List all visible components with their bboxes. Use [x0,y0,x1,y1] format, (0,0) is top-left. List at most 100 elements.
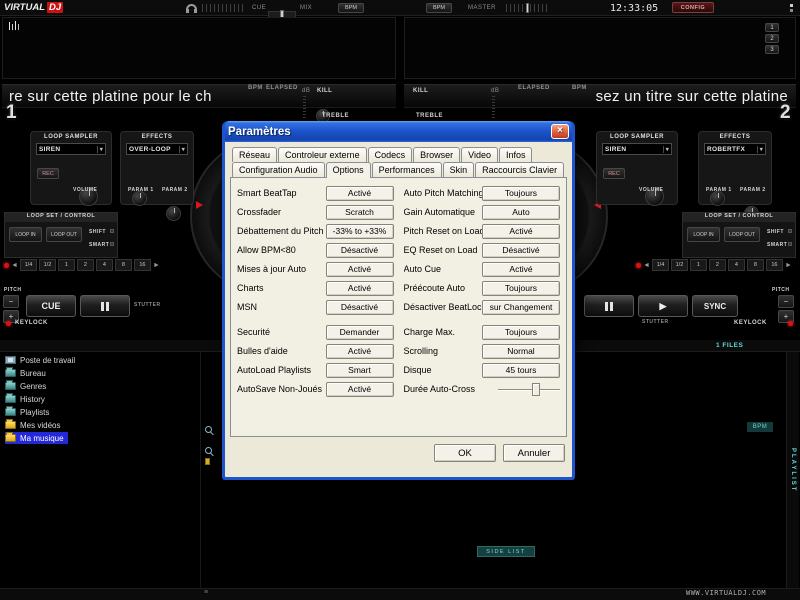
setting-value-button[interactable]: Toujours [482,325,560,340]
cue-button-left[interactable]: CUE [26,295,76,317]
param1-knob-left[interactable] [132,191,147,206]
tab-skin[interactable]: Skin [443,162,475,177]
effect-select-left[interactable]: OVER-LOOP ▾ [126,143,188,155]
setting-value-button[interactable]: Activé [326,382,394,397]
setting-value-button[interactable]: -33% to +33% [326,224,394,239]
shift-led-left[interactable] [110,229,114,233]
pitch-minus-button-left[interactable]: − [3,295,19,308]
beat-option[interactable]: 2 [709,259,726,271]
beat-option[interactable]: 4 [96,259,113,271]
setting-value-button[interactable]: sur Changement [482,300,560,315]
setting-value-button[interactable]: Désactivé [482,243,560,258]
setting-value-button[interactable]: Activé [326,262,394,277]
bpm-button-left[interactable]: BPM [338,3,364,13]
setting-value-button[interactable]: Activé [326,281,394,296]
tree-item-mes-videos[interactable]: Mes vidéos [5,419,60,431]
note-icon[interactable] [205,458,210,465]
bpm-button-right[interactable]: BPM [426,3,452,13]
arrow-right-icon[interactable]: ► [153,262,160,269]
tree-item-poste-de-travail[interactable]: Poste de travail [5,354,75,366]
beat-option[interactable]: 1/2 [39,259,56,271]
setting-value-button[interactable]: 45 tours [482,363,560,378]
tree-item-playlists[interactable]: Playlists [5,406,49,418]
display-slot-1[interactable]: 1 [765,23,779,32]
tree-item-genres[interactable]: Genres [5,380,46,392]
tab-configuration-audio[interactable]: Configuration Audio [232,162,325,177]
sampler-select-right[interactable]: SIREN ▾ [602,143,672,155]
setting-value-button[interactable]: Normal [482,344,560,359]
setting-value-button[interactable]: Désactivé [326,300,394,315]
waveform-display-left[interactable] [2,17,396,79]
arrow-left-icon[interactable]: ◄ [11,262,18,269]
beat-option[interactable]: 16 [134,259,151,271]
sampler-select-left[interactable]: SIREN ▾ [36,143,106,155]
tree-item-ma-musique[interactable]: Ma musique [5,432,68,444]
rec-button-left[interactable]: REC [37,168,59,179]
setting-value-button[interactable]: Activé [482,262,560,277]
keylock-led-left[interactable] [6,321,11,326]
pause-button-left[interactable] [80,295,130,317]
tab-raccourcis-clavier[interactable]: Raccourcis Clavier [475,162,564,177]
tab-browser[interactable]: Browser [413,147,460,162]
beat-option[interactable]: 1/4 [20,259,37,271]
tab-codecs[interactable]: Codecs [368,147,413,162]
smart-led-right[interactable] [788,242,792,246]
tree-item-history[interactable]: History [5,393,45,405]
beat-option[interactable]: 1/2 [671,259,688,271]
tab-controleur-externe[interactable]: Controleur externe [278,147,367,162]
tab-options[interactable]: Options [326,162,371,178]
sync-button-right[interactable]: SYNC [692,295,738,317]
setting-value-button[interactable]: Scratch [326,205,394,220]
display-slot-3[interactable]: 3 [765,45,779,54]
config-button[interactable]: CONFIG [672,2,714,13]
rec-button-right[interactable]: REC [603,168,625,179]
loop-out-button-left[interactable]: LOOP OUT [46,227,82,242]
tab-reseau[interactable]: Réseau [232,147,277,162]
beat-option[interactable]: 1 [690,259,707,271]
setting-value-button[interactable]: Activé [326,186,394,201]
tab-video[interactable]: Video [461,147,498,162]
beat-option[interactable]: 8 [747,259,764,271]
close-icon[interactable]: × [551,124,569,139]
setting-value-button[interactable]: Désactivé [326,243,394,258]
menu-icon[interactable]: ≡ [204,589,208,596]
bpm-column-header[interactable]: BPM [747,422,773,432]
auto-cross-slider[interactable] [498,383,560,396]
keylock-led-right[interactable] [788,321,793,326]
beat-option[interactable]: 8 [115,259,132,271]
pause-button-right[interactable] [584,295,634,317]
arrow-right-icon[interactable]: ► [785,262,792,269]
play-button-right[interactable]: ▶ [638,295,688,317]
ok-button[interactable]: OK [434,444,496,462]
cancel-button[interactable]: Annuler [503,444,565,462]
tab-performances[interactable]: Performances [372,162,442,177]
param2-knob-left[interactable] [166,206,181,221]
setting-value-button[interactable]: Toujours [482,281,560,296]
tab-infos[interactable]: Infos [499,147,533,162]
playlist-side-tab[interactable]: PLAYLIST [786,352,799,588]
smart-led-left[interactable] [110,242,114,246]
setting-value-button[interactable]: Demander [326,325,394,340]
shift-led-right[interactable] [788,229,792,233]
setting-value-button[interactable]: Smart [326,363,394,378]
display-slot-2[interactable]: 2 [765,34,779,43]
beat-option[interactable]: 1 [58,259,75,271]
loop-in-button-left[interactable]: LOOP IN [9,227,42,242]
param1-knob-right[interactable] [710,191,725,206]
pitch-minus-button-right[interactable]: − [778,295,794,308]
setting-value-button[interactable]: Auto [482,205,560,220]
loop-in-button-right[interactable]: LOOP IN [687,227,720,242]
setting-value-button[interactable]: Activé [482,224,560,239]
effect-select-right[interactable]: ROBERTFX ▾ [704,143,766,155]
zoom-out-icon[interactable] [205,447,212,454]
arrow-left-icon[interactable]: ◄ [643,262,650,269]
waveform-display-right[interactable]: 1 2 3 [404,17,796,79]
slider-thumb[interactable] [532,383,540,396]
tree-item-bureau[interactable]: Bureau [5,367,46,379]
beat-option[interactable]: 2 [77,259,94,271]
beat-option[interactable]: 16 [766,259,783,271]
dialog-title-bar[interactable]: Paramètres × [225,121,572,142]
side-list-button[interactable]: SIDE LIST [477,546,535,557]
beat-option[interactable]: 1/4 [652,259,669,271]
loop-out-button-right[interactable]: LOOP OUT [724,227,760,242]
